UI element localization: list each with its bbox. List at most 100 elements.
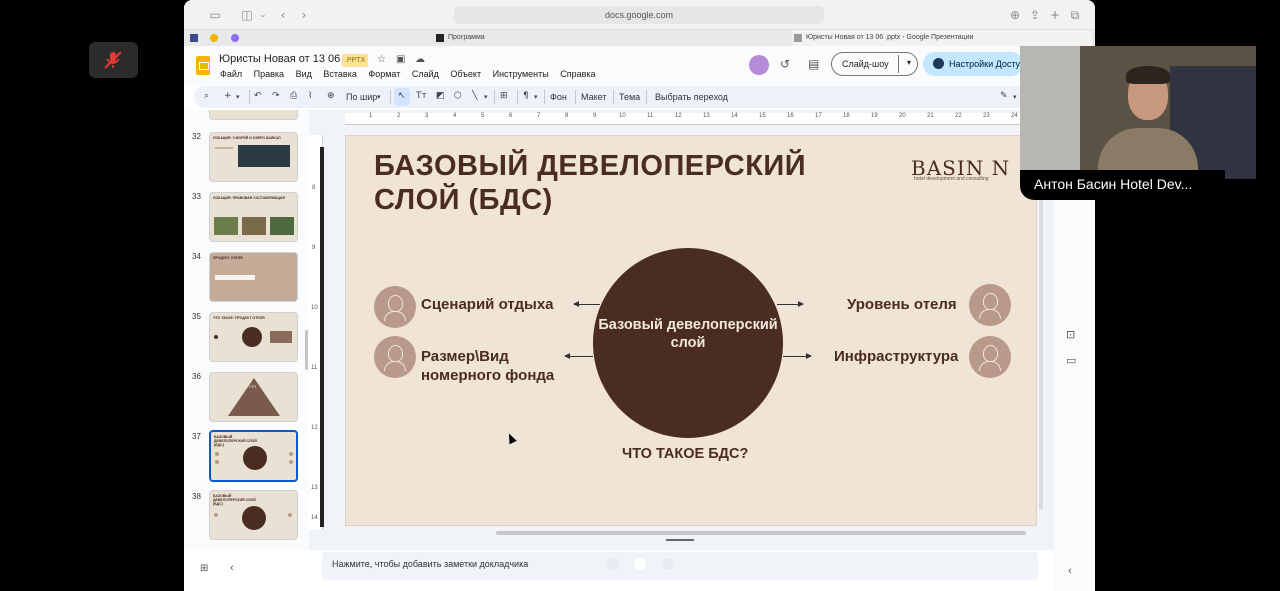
share-icon[interactable]: ⇪ [1028, 8, 1042, 22]
search-icon[interactable]: ⌕ [204, 91, 209, 101]
brand-tagline: hotel development and consulting [914, 176, 989, 182]
chevron-left-icon[interactable]: ‹ [230, 562, 234, 574]
tab-programma[interactable]: Программа [434, 30, 670, 46]
text-box-icon[interactable]: Tт [416, 91, 427, 101]
download-icon[interactable]: ⊕ [1008, 8, 1022, 22]
arrow-right[interactable] [777, 301, 804, 307]
tab-presentation[interactable]: Юристы Новая от 13 06 .pptx - Google Пре… [792, 30, 1092, 46]
canvas-horizontal-scrollbar[interactable] [496, 531, 1026, 535]
forward-icon[interactable]: › [297, 8, 311, 22]
favicon-icon[interactable] [210, 34, 218, 42]
favicon-icon[interactable] [231, 34, 239, 42]
slide-canvas[interactable]: БАЗОВЫЙ ДЕВЕЛОПЕРСКИЙ СЛОЙ (БДС) BASIN N… [345, 135, 1037, 526]
shape-icon[interactable]: ⬡ [454, 91, 462, 101]
slide-thumbnail[interactable]: ЧТО ТАКОЕ: ПРОДУКТ ОТЕЛЯ [209, 312, 298, 362]
slide-question[interactable]: ЧТО ТАКОЕ БДС? [622, 446, 748, 462]
person-icon[interactable] [969, 336, 1011, 378]
background-button[interactable]: Фон [550, 92, 567, 102]
slide-thumbnail[interactable] [209, 110, 298, 120]
history-icon[interactable]: ↺ [780, 57, 790, 71]
print-icon[interactable]: ⎙ [290, 91, 297, 101]
cursor-icon[interactable]: ↖ [398, 91, 406, 101]
video-feed[interactable] [1020, 46, 1256, 179]
address-bar[interactable]: docs.google.com [454, 6, 824, 24]
person-icon[interactable] [969, 284, 1011, 326]
speaker-notes[interactable]: Нажмите, чтобы добавить заметки докладчи… [322, 552, 1038, 580]
slide-thumbnail[interactable]: УТП [209, 372, 298, 422]
person-icon[interactable] [374, 336, 416, 378]
filmstrip-scrollbar[interactable] [305, 330, 308, 370]
chevron-down-icon[interactable]: ⌄ [256, 8, 270, 22]
chevron-down-icon[interactable]: ▾ [236, 93, 240, 101]
slide-number: 34 [192, 252, 201, 261]
slide-thumbnail[interactable]: ЛОКАЦИЯ: 3 МОРЕЙ И ОЗЕРО БАЙКАЛ [209, 132, 298, 182]
chevron-down-icon[interactable]: ▾ [484, 93, 488, 101]
canvas-vertical-scrollbar[interactable] [1039, 190, 1043, 510]
transition-button[interactable]: Выбрать переход [655, 92, 728, 102]
star-icon[interactable]: ☆ [377, 54, 386, 65]
slide-thumbnail[interactable]: ЛОКАЦИЯ: ПРАВОВАЯ СОСТАВЛЯЮЩАЯ [209, 192, 298, 242]
menu-tools[interactable]: Инструменты [493, 69, 549, 79]
menu-slide[interactable]: Слайд [412, 69, 439, 79]
menu-insert[interactable]: Вставка [323, 69, 356, 79]
label-room-fund[interactable]: Размер\Вид номерного фонда [421, 347, 571, 385]
chevron-down-icon[interactable]: ▾ [377, 93, 381, 101]
layout-button[interactable]: Макет [581, 92, 606, 102]
tab-overview-icon[interactable]: ⧉ [1068, 8, 1082, 22]
undo-icon[interactable]: ↶ [254, 91, 262, 101]
center-circle-label[interactable]: Базовый девелоперский слой [593, 316, 783, 352]
favicon-icon[interactable] [190, 34, 198, 42]
slide-title[interactable]: БАЗОВЫЙ ДЕВЕЛОПЕРСКИЙ СЛОЙ (БДС) [374, 149, 844, 217]
slide-thumbnail[interactable]: ПРОДУКТ ОТЕЛЯ [209, 252, 298, 302]
comment-add-icon[interactable]: ⊞ [500, 91, 508, 101]
menu-help[interactable]: Справка [560, 69, 595, 79]
notes-resize-handle[interactable] [666, 539, 694, 541]
slideshow-button[interactable]: Слайд-шоу ▾ [831, 52, 918, 76]
menu-file[interactable]: Файл [220, 69, 242, 79]
divider [646, 90, 647, 104]
pen-icon[interactable]: ✎ [1000, 91, 1008, 101]
new-tab-icon[interactable]: + [1048, 8, 1062, 22]
slide-thumbnail-selected[interactable]: БАЗОВЫЙ ДЕВЕЛОПЕРСКИЙ СЛОЙ (БДС) [209, 430, 298, 482]
share-button[interactable]: Настройки Досту [923, 52, 1023, 76]
comment-icon[interactable]: ▤ [808, 57, 819, 71]
chevron-down-icon[interactable]: ▾ [534, 93, 538, 101]
theme-button[interactable]: Тема [619, 92, 640, 102]
new-slide-icon[interactable]: + [224, 91, 232, 101]
folder-icon[interactable]: ▣ [396, 54, 405, 65]
person-icon[interactable] [374, 286, 416, 328]
arrow-right[interactable] [783, 353, 812, 359]
keep-icon[interactable]: ⊡ [1066, 328, 1075, 341]
divider [494, 90, 495, 104]
label-vacation-scenario[interactable]: Сценарий отдыха [421, 295, 554, 314]
window-tabs-icon[interactable]: ▭ [204, 8, 226, 22]
slide-thumbnail[interactable]: БАЗОВЫЙ ДЕВЕЛОПЕРСКИЙ СЛОЙ (БДС) [209, 490, 298, 540]
image-icon[interactable]: ◩ [436, 91, 445, 101]
redo-icon[interactable]: ↷ [272, 91, 280, 101]
back-icon[interactable]: ‹ [276, 8, 290, 22]
line-icon[interactable]: ╲ [472, 91, 477, 101]
menu-format[interactable]: Формат [368, 69, 400, 79]
label-hotel-level[interactable]: Уровень отеля [847, 295, 957, 314]
grid-view-icon[interactable]: ⊞ [200, 563, 208, 574]
paragraph-icon[interactable]: ¶ [523, 91, 529, 101]
chevron-down-icon[interactable]: ▾ [1013, 93, 1017, 101]
label-infrastructure[interactable]: Инфраструктура [834, 347, 958, 366]
arrow-left[interactable] [573, 301, 600, 307]
chevron-down-icon[interactable]: ▾ [907, 58, 911, 67]
tab-label: Программа [448, 34, 485, 41]
menu-object[interactable]: Объект [450, 69, 481, 79]
menu-view[interactable]: Вид [296, 69, 312, 79]
slides-logo-icon[interactable] [196, 56, 210, 75]
paint-format-icon[interactable]: ⌇ [308, 91, 312, 101]
extension-avatar[interactable] [749, 55, 769, 75]
folder-icon[interactable]: ▭ [1066, 354, 1076, 367]
horizontal-ruler[interactable]: 1 2 3 4 5 6 7 8 9 10 11 12 13 14 15 16 1… [345, 113, 1033, 125]
chevron-left-icon[interactable]: ‹ [1068, 565, 1072, 577]
cloud-icon[interactable]: ☁ [415, 54, 425, 65]
zoom-select[interactable]: По шир [346, 92, 377, 102]
sidebar-icon[interactable]: ◫ [240, 8, 254, 22]
document-title[interactable]: Юристы Новая от 13 06 [219, 53, 340, 65]
zoom-icon[interactable]: ⊕ [327, 91, 335, 101]
menu-edit[interactable]: Правка [254, 69, 284, 79]
